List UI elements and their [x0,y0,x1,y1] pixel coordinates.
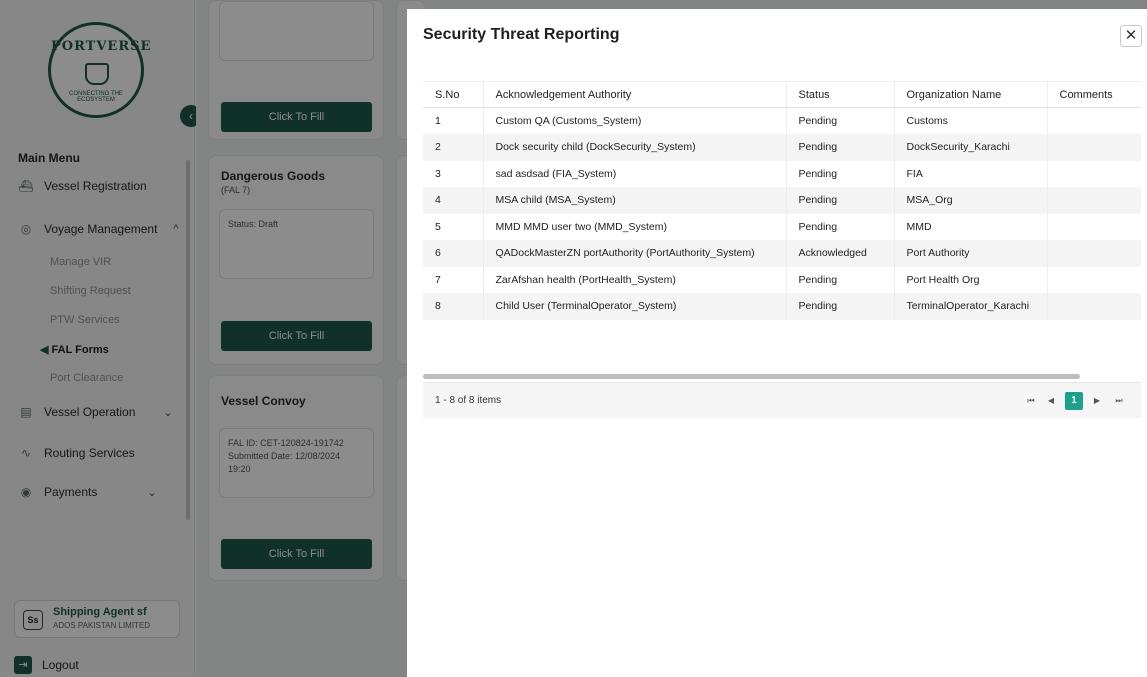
cell-authority: Custom QA (Customs_System) [483,107,787,134]
column-header-status[interactable]: Status [786,81,895,108]
table-header-row: S.No Acknowledgement Authority Status Or… [423,81,1141,108]
cell-comments [1047,267,1141,294]
first-page-icon[interactable]: ⏮ [1023,393,1039,409]
cell-status: Pending [786,213,895,240]
cell-sno: 3 [423,160,484,187]
cell-comments [1047,187,1141,214]
cell-authority: sad asdsad (FIA_System) [483,160,787,187]
cell-organization: Customs [894,107,1048,134]
cell-status: Acknowledged [786,240,895,267]
cell-authority: ZarAfshan health (PortHealth_System) [483,266,787,293]
cell-organization: Port Health Org [894,266,1048,293]
table-row[interactable]: 6 QADockMasterZN portAuthority (PortAuth… [423,240,1141,267]
table-row[interactable]: 4 MSA child (MSA_System) Pending MSA_Org [423,187,1141,214]
cell-comments [1047,293,1141,320]
cell-comments [1047,240,1141,267]
column-header-comments[interactable]: Comments [1047,81,1141,108]
cell-status: Pending [786,134,895,161]
last-page-icon[interactable]: ⏭ [1111,393,1127,409]
cell-status: Pending [786,187,895,214]
pagination-info: 1 - 8 of 8 items [435,395,502,406]
column-header-sno[interactable]: S.No [423,81,484,108]
cell-organization: FIA [894,160,1048,187]
cell-sno: 7 [423,266,484,293]
acknowledgement-table: S.No Acknowledgement Authority Status Or… [423,81,1141,320]
drawer-title: Security Threat Reporting [423,26,620,43]
column-header-organization[interactable]: Organization Name [894,81,1048,108]
pagination-bar: 1 - 8 of 8 items ⏮ ◀ 1 ▶ ⏭ [423,382,1141,418]
cell-organization: TerminalOperator_Karachi [894,293,1048,320]
cell-authority: MSA child (MSA_System) [483,187,787,214]
cell-sno: 5 [423,213,484,240]
page-button-current[interactable]: 1 [1065,392,1083,410]
cell-organization: MMD [894,213,1048,240]
cell-sno: 8 [423,293,484,320]
cell-sno: 6 [423,240,484,267]
close-icon: ✕ [1124,27,1138,44]
table-row[interactable]: 1 Custom QA (Customs_System) Pending Cus… [423,107,1141,135]
cell-comments [1047,161,1141,188]
table-row[interactable]: 5 MMD MMD user two (MMD_System) Pending … [423,213,1141,241]
cell-organization: MSA_Org [894,187,1048,214]
cell-authority: Child User (TerminalOperator_System) [483,293,787,320]
cell-comments [1047,134,1141,161]
column-header-authority[interactable]: Acknowledgement Authority [483,81,787,108]
table-row[interactable]: 8 Child User (TerminalOperator_System) P… [423,293,1141,320]
horizontal-scrollbar[interactable] [423,374,1080,379]
security-threat-reporting-drawer: Security Threat Reporting ✕ S.No Acknowl… [407,9,1147,677]
cell-authority: Dock security child (DockSecurity_System… [483,134,787,161]
close-button[interactable]: ✕ [1120,25,1142,47]
cell-status: Pending [786,107,895,134]
cell-comments [1047,214,1141,241]
cell-status: Pending [786,293,895,320]
cell-sno: 4 [423,187,484,214]
cell-organization: Port Authority [894,240,1048,267]
cell-organization: DockSecurity_Karachi [894,134,1048,161]
previous-page-icon[interactable]: ◀ [1043,393,1059,409]
table-row[interactable]: 3 sad asdsad (FIA_System) Pending FIA [423,160,1141,188]
cell-sno: 1 [423,107,484,134]
cell-status: Pending [786,160,895,187]
next-page-icon[interactable]: ▶ [1089,393,1105,409]
cell-sno: 2 [423,134,484,161]
cell-authority: QADockMasterZN portAuthority (PortAuthor… [483,240,787,267]
table-row[interactable]: 2 Dock security child (DockSecurity_Syst… [423,134,1141,161]
table-row[interactable]: 7 ZarAfshan health (PortHealth_System) P… [423,266,1141,294]
cell-authority: MMD MMD user two (MMD_System) [483,213,787,240]
cell-status: Pending [786,266,895,293]
cell-comments [1047,108,1141,135]
